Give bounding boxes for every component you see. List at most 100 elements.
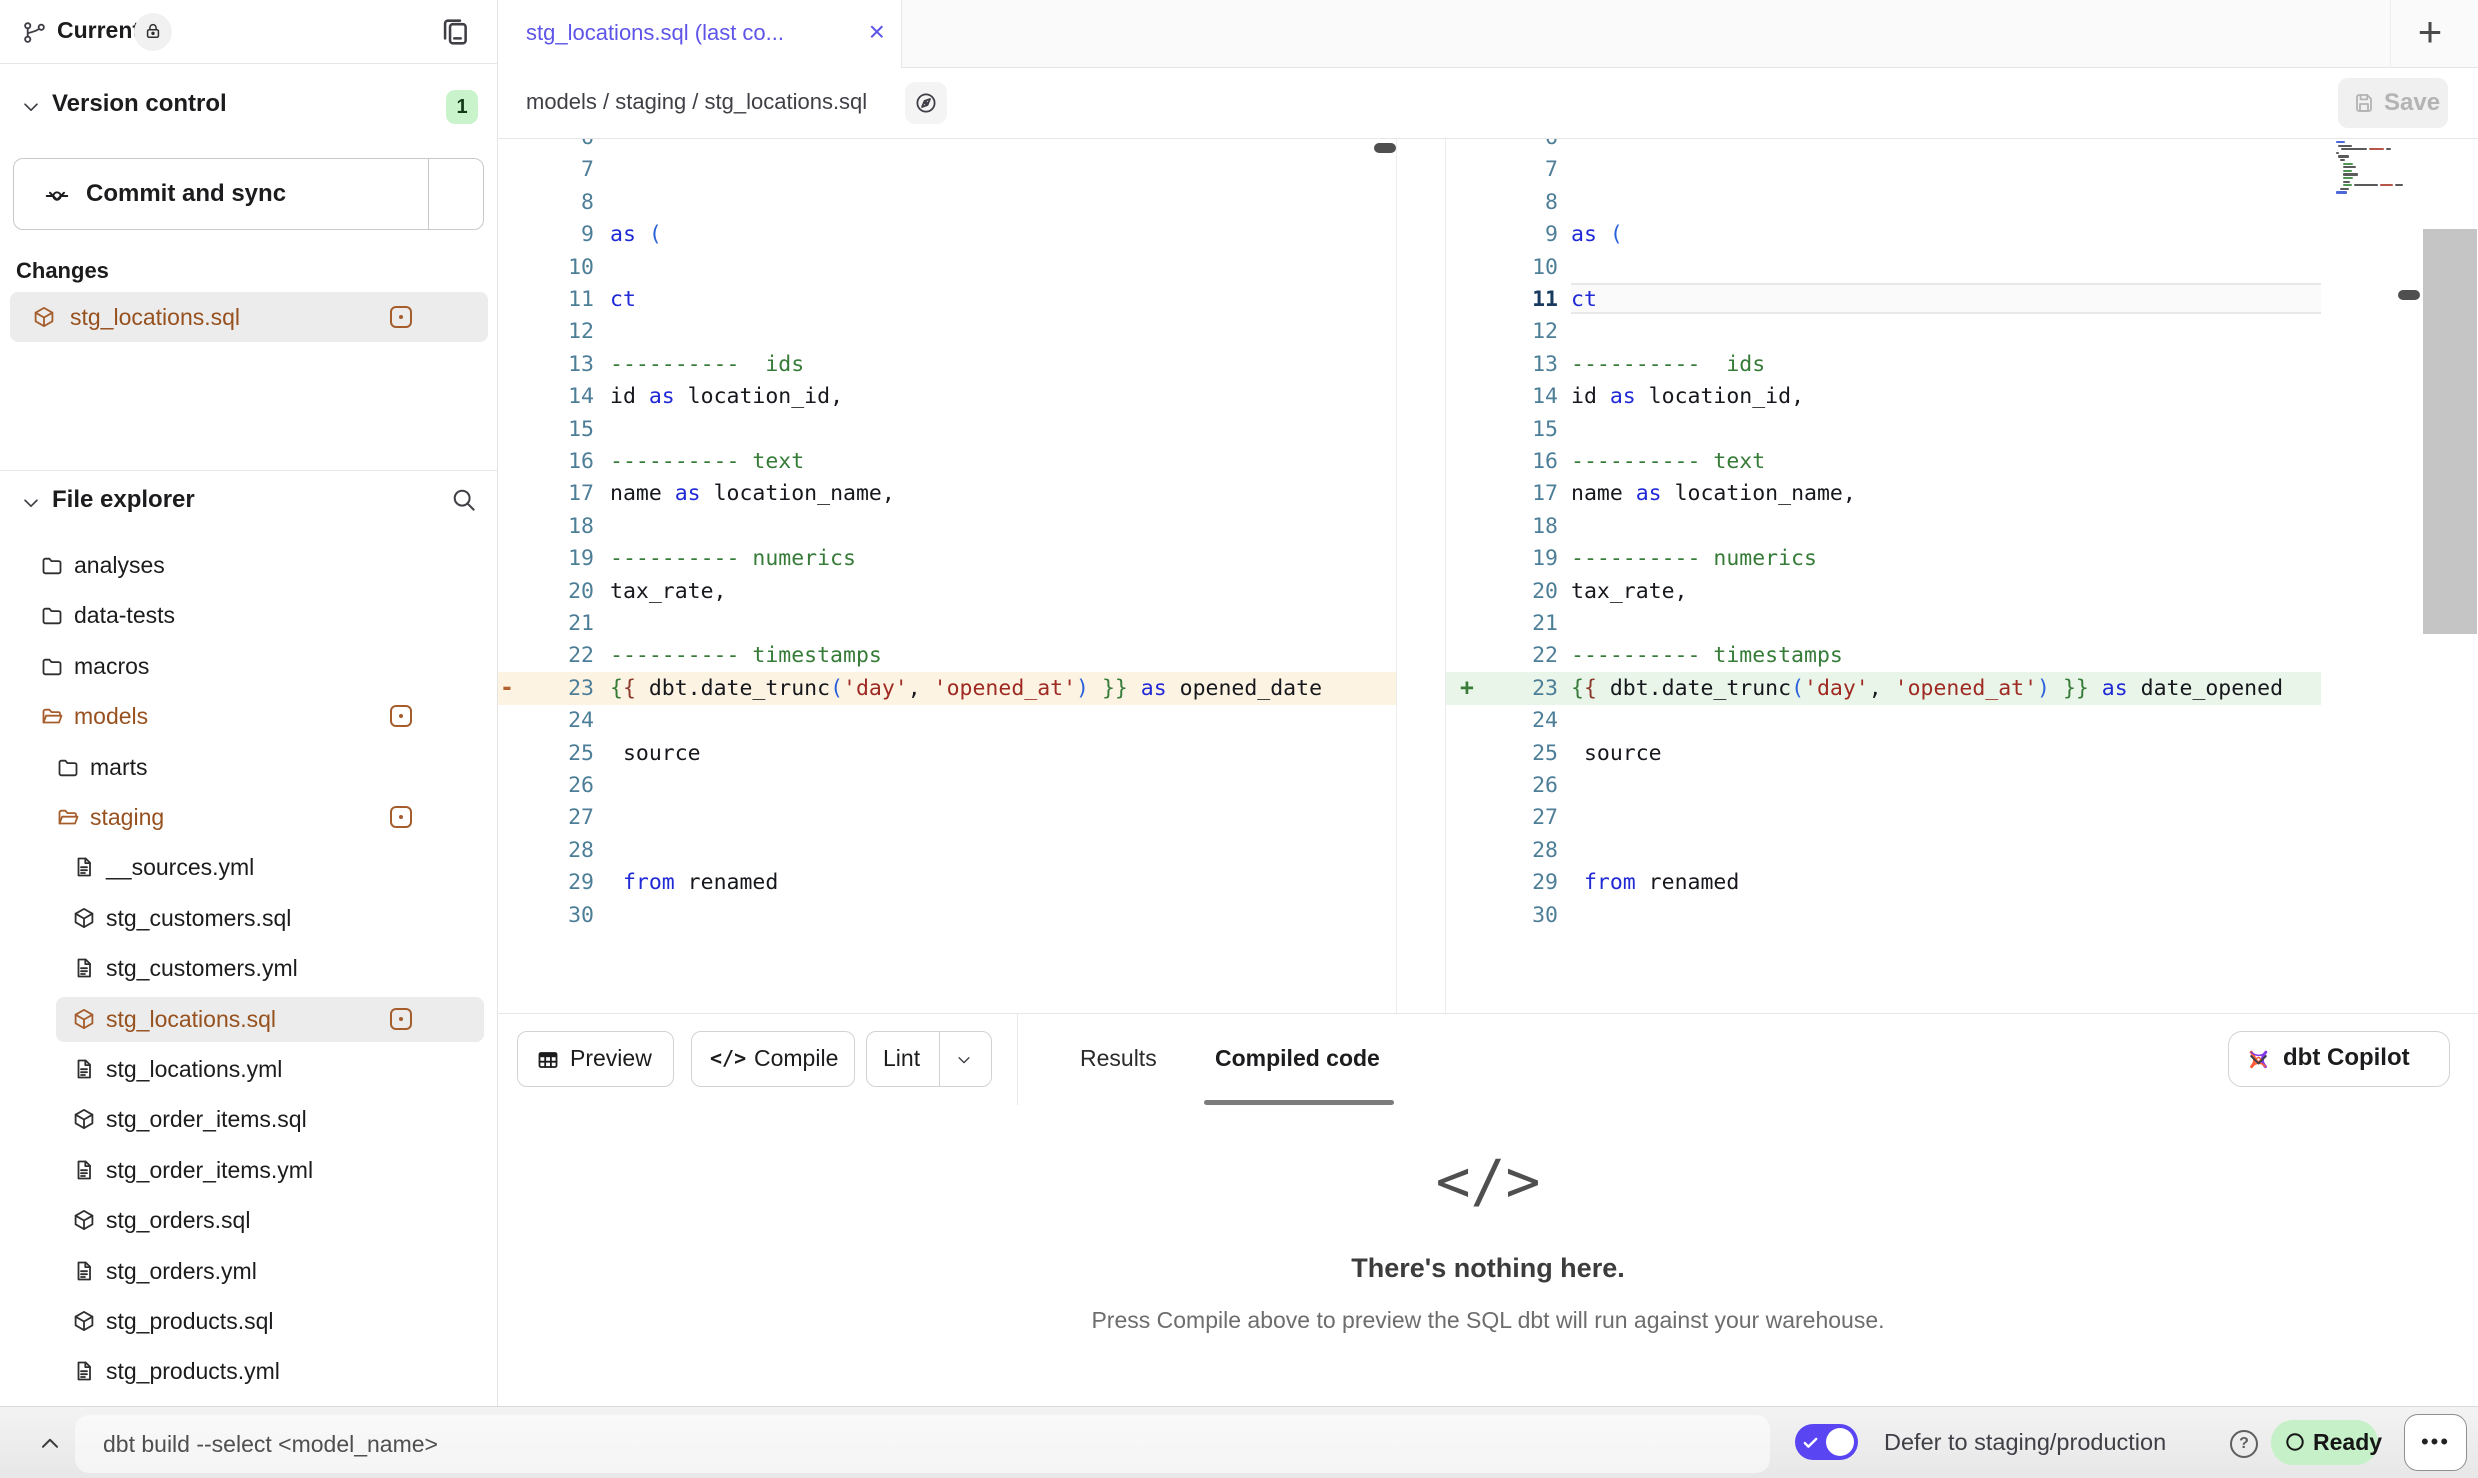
file-explorer-item-stg-orders-yml[interactable]: stg_orders.yml: [0, 1246, 497, 1296]
code-editor-left[interactable]: 6789as (1011ct1213---------- ids14id as …: [498, 139, 1397, 1013]
modified-badge-icon: [390, 1008, 412, 1030]
save-label: Save: [2384, 89, 2440, 117]
lock-icon: [143, 21, 163, 41]
line-number: 17: [1488, 477, 1558, 510]
file-explorer-item-stg-orders-sql[interactable]: stg_orders.sql: [0, 1195, 497, 1245]
file-explorer-item-marts[interactable]: marts: [0, 742, 497, 792]
explore-lineage-button[interactable]: [905, 82, 947, 124]
empty-state-subtitle: Press Compile above to preview the SQL d…: [498, 1307, 2478, 1334]
diff-gutter-marker: +: [1460, 672, 1474, 705]
code-text: as (: [1571, 218, 1623, 251]
file-explorer-item-stg-order-items-sql[interactable]: stg_order_items.sql: [0, 1094, 497, 1144]
tab-results[interactable]: Results: [1080, 1045, 1157, 1072]
chevron-down-icon[interactable]: [20, 492, 42, 514]
file-explorer-item-macros[interactable]: macros: [0, 641, 497, 691]
line-number: 7: [1488, 153, 1558, 186]
file-name: stg_customers.sql: [106, 905, 291, 932]
file-explorer-item-analyses[interactable]: analyses: [0, 540, 497, 590]
line-number: 29: [524, 866, 594, 899]
compile-button[interactable]: </> Compile: [691, 1031, 855, 1087]
file-name: stg_orders.yml: [106, 1258, 257, 1285]
file-explorer-item-stg-locations-sql[interactable]: stg_locations.sql: [0, 994, 497, 1044]
code-text: tax_rate,: [610, 575, 727, 608]
save-button[interactable]: Save: [2338, 78, 2448, 128]
minimap-line: [2343, 173, 2358, 175]
line-number: 15: [1488, 413, 1558, 446]
code-text: source: [610, 737, 701, 770]
file-explorer-item-staging[interactable]: staging: [0, 792, 497, 842]
defer-toggle[interactable]: [1795, 1424, 1858, 1460]
commit-and-sync-button[interactable]: Commit and sync: [13, 158, 484, 230]
file-explorer-item-stg-customers-sql[interactable]: stg_customers.sql: [0, 893, 497, 943]
minimap[interactable]: [2336, 141, 2394, 197]
minimap-line: [2343, 163, 2353, 165]
file-explorer-item-stg-order-items-yml[interactable]: stg_order_items.yml: [0, 1145, 497, 1195]
check-icon: [1802, 1434, 1819, 1451]
dbt-copilot-label: dbt Copilot: [2283, 1044, 2410, 1072]
code-line: 18: [1446, 510, 2478, 543]
code-line: 12: [1446, 315, 2478, 348]
table-icon: [536, 1048, 560, 1072]
new-tab-button[interactable]: +: [2406, 8, 2454, 56]
chevron-up-icon[interactable]: [36, 1430, 64, 1456]
chevron-down-icon[interactable]: [20, 96, 42, 118]
ready-label: Ready: [2313, 1429, 2382, 1456]
right-pane-scrollbar[interactable]: [2398, 290, 2420, 300]
file-name: stg_products.sql: [106, 1308, 273, 1335]
file-explorer-item-data-tests[interactable]: data-tests: [0, 590, 497, 640]
code-line: 28: [1446, 834, 2478, 867]
code-line: 10: [498, 251, 1396, 284]
code-line: 13---------- ids: [1446, 348, 2478, 381]
code-text: name as location_name,: [610, 477, 895, 510]
code-line: 17name as location_name,: [498, 477, 1396, 510]
minimap-line: [2386, 148, 2391, 150]
code-line: 9as (: [1446, 218, 2478, 251]
file-name: staging: [90, 804, 164, 831]
more-options-button[interactable]: •••: [2404, 1414, 2467, 1471]
code-line: 15: [1446, 413, 2478, 446]
status-badge[interactable]: Ready: [2271, 1420, 2378, 1465]
command-input[interactable]: dbt build --select <model_name>: [75, 1415, 1770, 1473]
file-explorer-item-stg-customers-yml[interactable]: stg_customers.yml: [0, 943, 497, 993]
file-name: stg_products.yml: [106, 1358, 280, 1385]
line-number: 23: [1488, 672, 1558, 705]
file-explorer-item-stg-locations-yml[interactable]: stg_locations.yml: [0, 1044, 497, 1094]
changed-file-row[interactable]: stg_locations.sql: [10, 292, 488, 342]
command-placeholder: dbt build --select <model_name>: [103, 1415, 438, 1473]
line-number: 23: [524, 672, 594, 705]
compass-icon: [914, 91, 938, 115]
line-number: 10: [524, 251, 594, 284]
minimap-line: [2369, 148, 2384, 150]
code-line: 25 source: [1446, 737, 2478, 770]
folder-icon: [40, 553, 64, 577]
chevron-down-icon[interactable]: [955, 1051, 973, 1069]
folder-icon: [56, 755, 80, 779]
code-line: 20tax_rate,: [498, 575, 1396, 608]
line-number: 8: [524, 186, 594, 219]
doc-icon: [72, 1158, 96, 1182]
file-explorer-item-stg-products-sql[interactable]: stg_products.sql: [0, 1296, 497, 1346]
copy-icon[interactable]: [438, 15, 472, 49]
file-name: stg_customers.yml: [106, 955, 298, 982]
code-line: 26: [1446, 769, 2478, 802]
file-explorer-item--sources-yml[interactable]: __sources.yml: [0, 842, 497, 892]
lint-button[interactable]: Lint: [866, 1031, 992, 1087]
file-explorer-item-models[interactable]: models: [0, 691, 497, 741]
code-text: source: [1571, 737, 1662, 770]
line-number: 10: [1488, 251, 1558, 284]
tab-stg-locations[interactable]: stg_locations.sql (last co... ×: [498, 0, 902, 69]
code-text: ---------- ids: [1571, 348, 1765, 381]
dbt-copilot-button[interactable]: dbt Copilot: [2228, 1031, 2450, 1087]
minimap-line: [2341, 148, 2367, 150]
left-pane-scrollbar[interactable]: [1374, 143, 1396, 153]
preview-button[interactable]: Preview: [517, 1031, 674, 1087]
changes-section-label: Changes: [16, 258, 109, 284]
tab-compiled-code[interactable]: Compiled code: [1215, 1045, 1380, 1072]
file-explorer-item-stg-products-yml[interactable]: stg_products.yml: [0, 1346, 497, 1396]
chevron-down-icon[interactable]: [44, 183, 70, 209]
code-editor-right[interactable]: 6789as (1011ct1213---------- ids14id as …: [1445, 139, 2478, 1013]
close-icon[interactable]: ×: [869, 16, 885, 48]
help-icon[interactable]: ?: [2230, 1430, 2258, 1458]
window-scrollbar[interactable]: [2423, 229, 2477, 634]
search-icon[interactable]: [450, 486, 477, 513]
